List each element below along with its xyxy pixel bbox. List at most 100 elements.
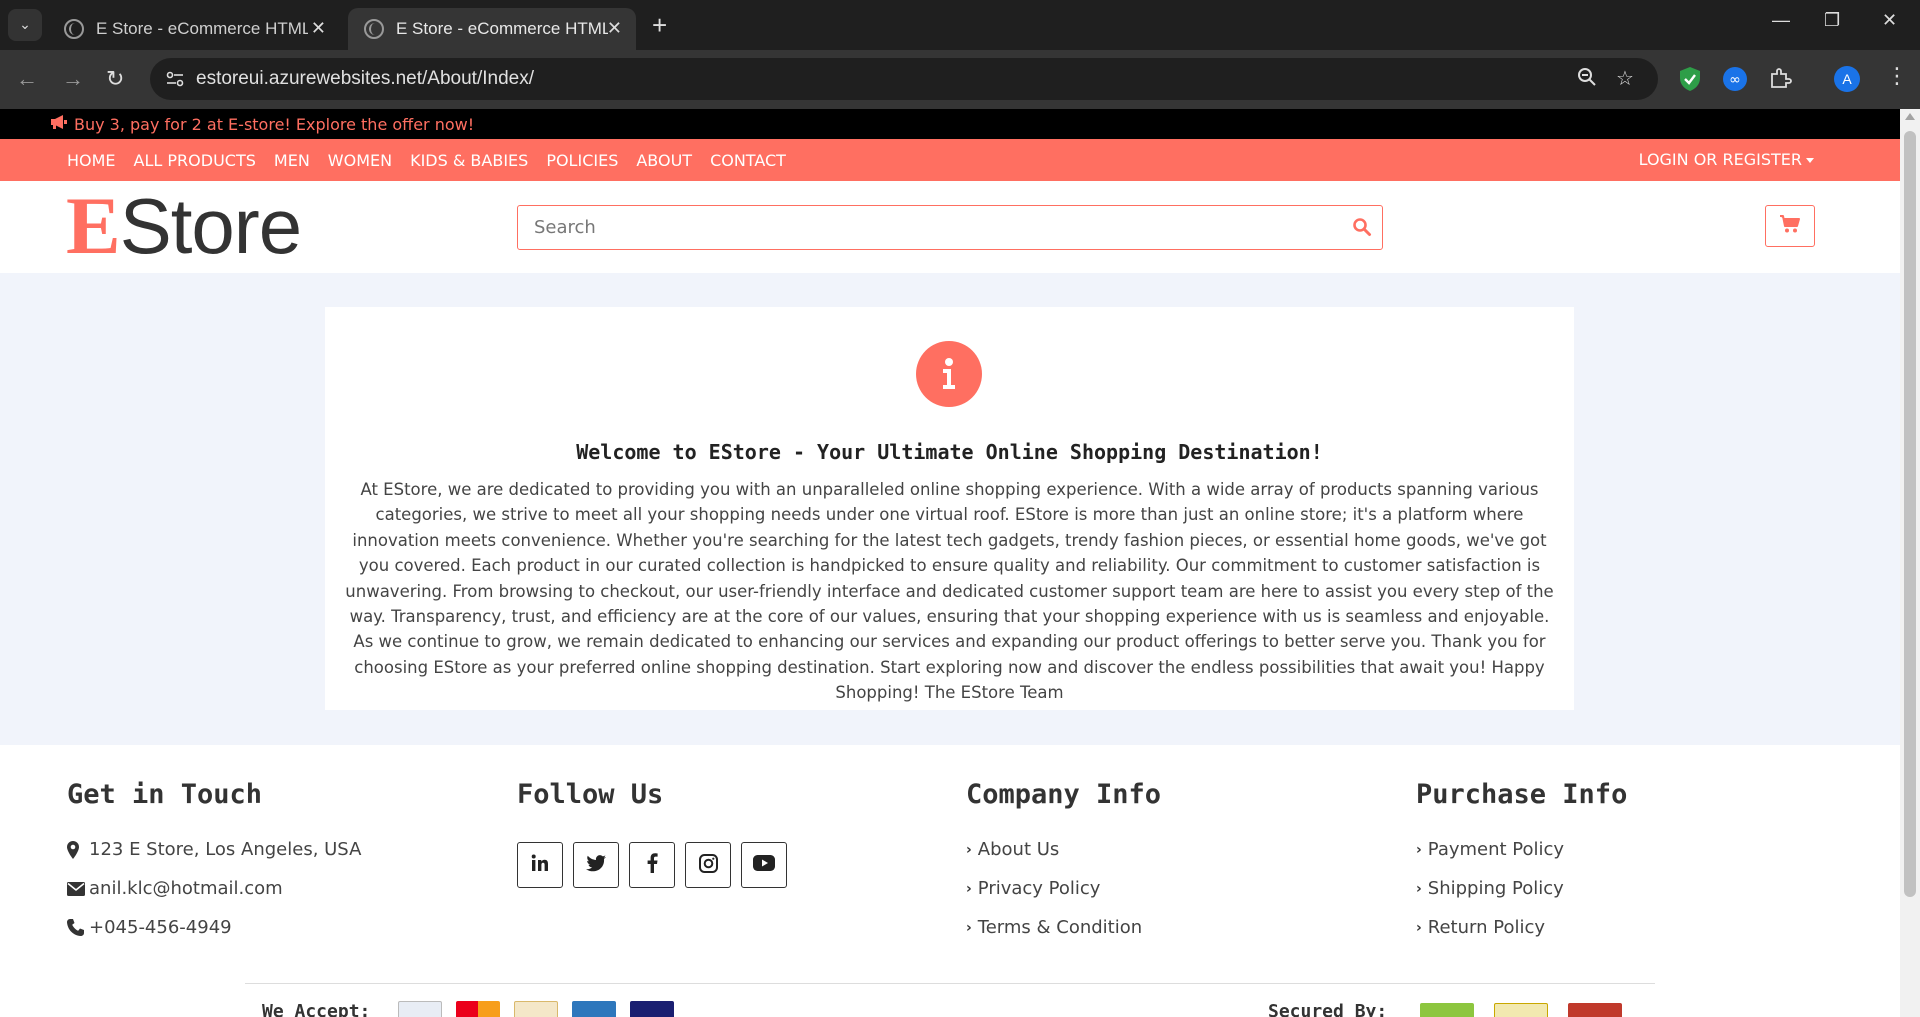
- nav-men[interactable]: MEN: [274, 151, 310, 170]
- scrollbar-thumb[interactable]: [1904, 131, 1916, 897]
- link-label: Payment Policy: [1427, 839, 1565, 860]
- social-links: [517, 842, 787, 888]
- nav-home[interactable]: HOME: [67, 151, 116, 170]
- page-viewport: Buy 3, pay for 2 at E-store! Explore the…: [0, 109, 1900, 1017]
- nav-policies[interactable]: POLICIES: [546, 151, 618, 170]
- logo-word: Store: [119, 182, 302, 270]
- company-link-terms[interactable]: › Terms & Condition: [966, 908, 1161, 947]
- browser-menu-icon[interactable]: ⋮: [1886, 64, 1908, 89]
- login-register-dropdown[interactable]: LOGIN OR REGISTER: [1639, 150, 1814, 169]
- facebook-button[interactable]: [629, 842, 675, 888]
- cart-button[interactable]: [1765, 205, 1815, 247]
- site-footer: Get in Touch 123 E Store, Los Angeles, U…: [0, 745, 1900, 1017]
- footer-heading: Purchase Info: [1416, 779, 1628, 810]
- footer-divider: [245, 983, 1655, 984]
- estore-logo[interactable]: EStore: [66, 182, 302, 270]
- linkedin-button[interactable]: [517, 842, 563, 888]
- purchase-link-payment[interactable]: › Payment Policy: [1416, 830, 1627, 869]
- footer-phone[interactable]: +045-456-4949: [67, 908, 361, 947]
- chevron-right-icon: ›: [966, 880, 972, 897]
- linkedin-icon: [531, 854, 549, 876]
- scroll-up-icon[interactable]: [1905, 113, 1915, 120]
- address-text: 123 E Store, Los Angeles, USA: [89, 839, 362, 860]
- footer-email[interactable]: anil.klc@hotmail.com: [67, 869, 361, 908]
- about-card: Welcome to EStore - Your Ultimate Online…: [325, 307, 1574, 710]
- footer-address: 123 E Store, Los Angeles, USA: [67, 830, 361, 869]
- nav-about[interactable]: ABOUT: [636, 151, 692, 170]
- mastercard-icon: [456, 1001, 500, 1017]
- chevron-right-icon: ›: [1416, 880, 1422, 897]
- window-close-icon[interactable]: ✕: [1882, 10, 1897, 31]
- logo-letter-e: E: [66, 180, 121, 271]
- extensions-puzzle-icon[interactable]: [1768, 66, 1794, 92]
- zoom-icon[interactable]: [1576, 66, 1598, 93]
- url-domain: estoreui.azurewebsites.net: [196, 68, 423, 89]
- caret-down-icon: [1806, 158, 1814, 163]
- instagram-icon: [698, 853, 718, 877]
- amex-card-icon: [572, 1001, 616, 1017]
- bookmark-star-icon[interactable]: ☆: [1616, 66, 1634, 90]
- tab-search-button[interactable]: ⌄: [8, 9, 42, 41]
- restore-icon[interactable]: ❐: [1824, 10, 1840, 31]
- back-arrow-icon[interactable]: ←: [16, 66, 38, 92]
- visa-card-icon: [398, 1001, 442, 1017]
- purchase-link-shipping[interactable]: › Shipping Policy: [1416, 869, 1627, 908]
- phone-icon: [67, 919, 85, 936]
- link-label: Terms & Condition: [977, 917, 1143, 938]
- svg-text:∞: ∞: [1729, 72, 1741, 88]
- footer-follow-us: Follow Us: [517, 779, 787, 888]
- instagram-button[interactable]: [685, 842, 731, 888]
- about-body: At EStore, we are dedicated to providing…: [345, 480, 1554, 703]
- search-icon[interactable]: [1352, 217, 1372, 237]
- browser-toolbar: ← → ↻ estoreui.azurewebsites.net/About/I…: [0, 50, 1920, 109]
- chevron-right-icon: ›: [1416, 919, 1422, 936]
- company-link-privacy[interactable]: › Privacy Policy: [966, 869, 1161, 908]
- payment-cards: [398, 1001, 674, 1017]
- minimize-icon[interactable]: —: [1772, 10, 1790, 31]
- security-seals: [1420, 1003, 1622, 1017]
- megaphone-icon: [50, 114, 68, 134]
- link-label: Privacy Policy: [977, 878, 1101, 899]
- youtube-button[interactable]: [741, 842, 787, 888]
- globe-icon: [364, 19, 384, 39]
- browser-tab-2[interactable]: E Store - eCommerce HTML Template ✕: [348, 8, 636, 50]
- new-tab-button[interactable]: +: [652, 10, 667, 41]
- browser-tab-bar: ⌄ E Store - eCommerce HTML Template ✕ E …: [0, 0, 1920, 50]
- nav-all-products[interactable]: ALL PRODUCTS: [134, 151, 256, 170]
- search-input[interactable]: [518, 206, 1318, 249]
- browser-tab-1[interactable]: E Store - eCommerce HTML Template ✕: [48, 8, 340, 50]
- forward-arrow-icon[interactable]: →: [62, 66, 84, 92]
- visa-dark-card-icon: [630, 1001, 674, 1017]
- main-nav: HOME ALL PRODUCTS MEN WOMEN KIDS & BABIE…: [0, 139, 1900, 181]
- close-tab-icon[interactable]: ✕: [311, 18, 326, 39]
- login-label: LOGIN OR REGISTER: [1638, 150, 1802, 169]
- page-scrollbar[interactable]: [1900, 109, 1920, 1017]
- twitter-icon: [586, 854, 606, 876]
- comodo-seal-icon: [1420, 1003, 1474, 1017]
- envelope-icon: [67, 881, 85, 896]
- footer-company-info: Company Info › About Us › Privacy Policy ›…: [966, 779, 1161, 947]
- close-tab-icon[interactable]: ✕: [607, 18, 622, 39]
- secured-seal-icon: [1494, 1003, 1548, 1017]
- profile-avatar[interactable]: A: [1834, 66, 1860, 92]
- purchase-link-return[interactable]: › Return Policy: [1416, 908, 1627, 947]
- nav-contact[interactable]: CONTACT: [710, 151, 786, 170]
- site-info-icon[interactable]: [164, 68, 186, 90]
- nav-kids-babies[interactable]: KIDS & BABIES: [410, 151, 528, 170]
- nav-women[interactable]: WOMEN: [328, 151, 392, 170]
- reload-icon[interactable]: ↻: [106, 66, 124, 92]
- shield-extension-icon[interactable]: [1678, 66, 1704, 92]
- twitter-button[interactable]: [573, 842, 619, 888]
- infinity-extension-icon[interactable]: ∞: [1722, 66, 1748, 92]
- secured-by-label: Secured By:: [1268, 1001, 1388, 1017]
- map-marker-icon: [67, 840, 85, 859]
- address-bar[interactable]: estoreui.azurewebsites.net/About/Index/ …: [150, 58, 1658, 100]
- footer-purchase-info: Purchase Info › Payment Policy › Shipping …: [1416, 779, 1627, 947]
- facebook-icon: [647, 853, 658, 877]
- company-link-about[interactable]: › About Us: [966, 830, 1161, 869]
- link-label: Shipping Policy: [1427, 878, 1564, 899]
- promo-bar[interactable]: Buy 3, pay for 2 at E-store! Explore the…: [0, 109, 1900, 139]
- ssl-seal-icon: [1568, 1003, 1622, 1017]
- footer-heading: Get in Touch: [67, 779, 263, 810]
- we-accept-label: We Accept:: [262, 1001, 371, 1017]
